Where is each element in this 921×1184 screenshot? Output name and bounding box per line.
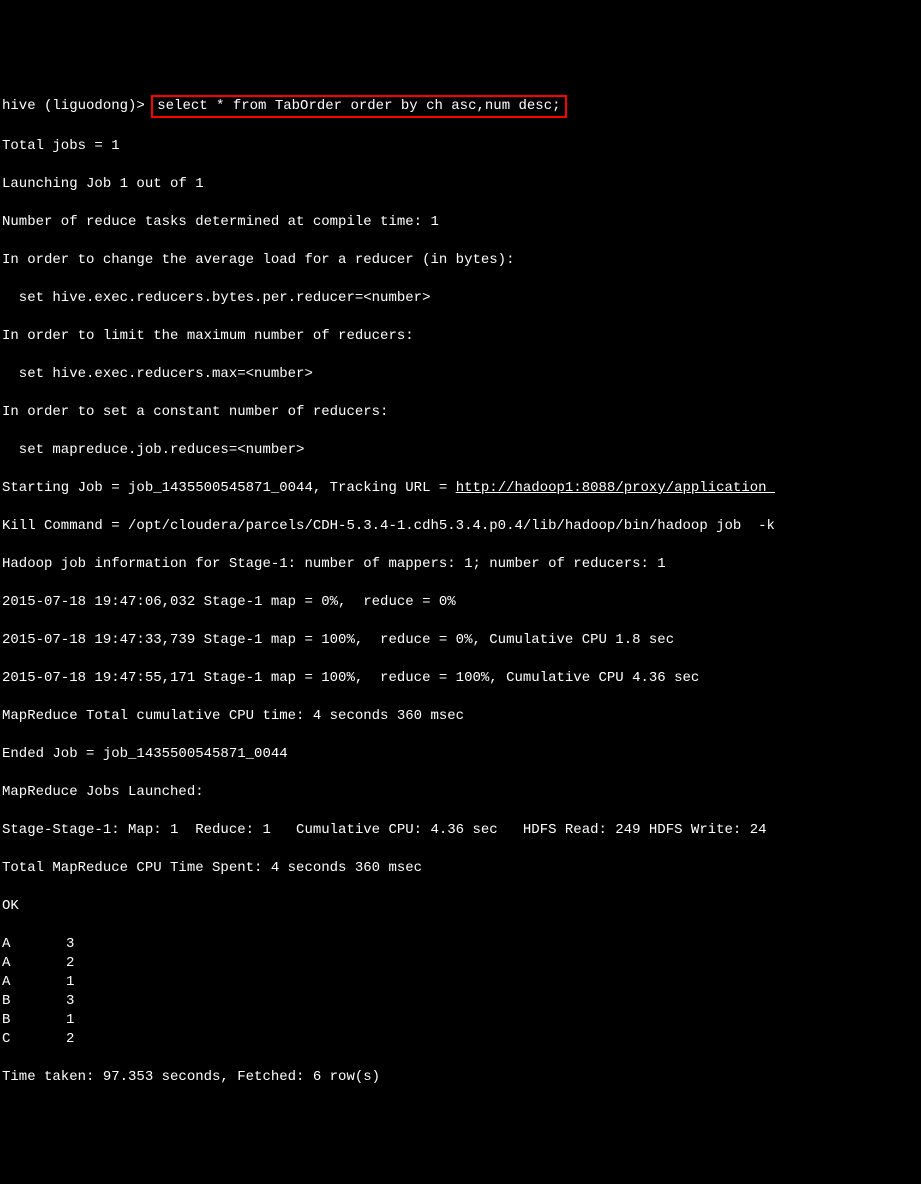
output-line: Total jobs = 1	[2, 137, 919, 156]
output-line: 2015-07-18 19:47:33,739 Stage-1 map = 10…	[2, 631, 919, 650]
prompt-line: hive (liguodong)> select * from TabOrder…	[2, 95, 919, 118]
output-line: set hive.exec.reducers.bytes.per.reducer…	[2, 289, 919, 308]
result-num: 3	[66, 992, 74, 1011]
result-num: 3	[66, 935, 74, 954]
table-row: A2	[2, 954, 919, 973]
output-line: Starting Job = job_1435500545871_0044, T…	[2, 479, 919, 498]
result-ch: B	[2, 992, 66, 1011]
result-num: 1	[66, 1011, 74, 1030]
output-line: Total MapReduce CPU Time Spent: 4 second…	[2, 859, 919, 878]
result-ch: A	[2, 973, 66, 992]
table-row: B3	[2, 992, 919, 1011]
output-line: In order to change the average load for …	[2, 251, 919, 270]
output-line: 2015-07-18 19:47:06,032 Stage-1 map = 0%…	[2, 593, 919, 612]
table-row: B1	[2, 1011, 919, 1030]
result-num: 2	[66, 954, 74, 973]
result-ch: A	[2, 954, 66, 973]
result-num: 1	[66, 973, 74, 992]
tracking-url-link[interactable]: http://hadoop1:8088/proxy/application_	[456, 480, 775, 496]
result-rows: A3A2A1B3B1C2	[2, 935, 919, 1049]
hive-prompt: hive (liguodong)>	[2, 98, 153, 114]
sql-query-highlight: select * from TabOrder order by ch asc,n…	[151, 95, 566, 118]
result-ch: B	[2, 1011, 66, 1030]
output-line: Hadoop job information for Stage-1: numb…	[2, 555, 919, 574]
output-line: Stage-Stage-1: Map: 1 Reduce: 1 Cumulati…	[2, 821, 919, 840]
table-row: A3	[2, 935, 919, 954]
output-line: MapReduce Total cumulative CPU time: 4 s…	[2, 707, 919, 726]
time-taken-line: Time taken: 97.353 seconds, Fetched: 6 r…	[2, 1068, 919, 1087]
output-line: In order to set a constant number of red…	[2, 403, 919, 422]
output-line: Number of reduce tasks determined at com…	[2, 213, 919, 232]
job-start-text: Starting Job = job_1435500545871_0044, T…	[2, 480, 456, 496]
result-ch: C	[2, 1030, 66, 1049]
sql-query: select * from TabOrder order by ch asc,n…	[157, 98, 560, 114]
output-line: set mapreduce.job.reduces=<number>	[2, 441, 919, 460]
terminal-output: hive (liguodong)> select * from TabOrder…	[0, 76, 921, 1106]
output-line: Kill Command = /opt/cloudera/parcels/CDH…	[2, 517, 919, 536]
output-line: MapReduce Jobs Launched:	[2, 783, 919, 802]
result-num: 2	[66, 1030, 74, 1049]
output-line: set hive.exec.reducers.max=<number>	[2, 365, 919, 384]
output-line: 2015-07-18 19:47:55,171 Stage-1 map = 10…	[2, 669, 919, 688]
output-line: Ended Job = job_1435500545871_0044	[2, 745, 919, 764]
result-ch: A	[2, 935, 66, 954]
output-line: In order to limit the maximum number of …	[2, 327, 919, 346]
table-row: C2	[2, 1030, 919, 1049]
table-row: A1	[2, 973, 919, 992]
output-line: OK	[2, 897, 919, 916]
output-line: Launching Job 1 out of 1	[2, 175, 919, 194]
